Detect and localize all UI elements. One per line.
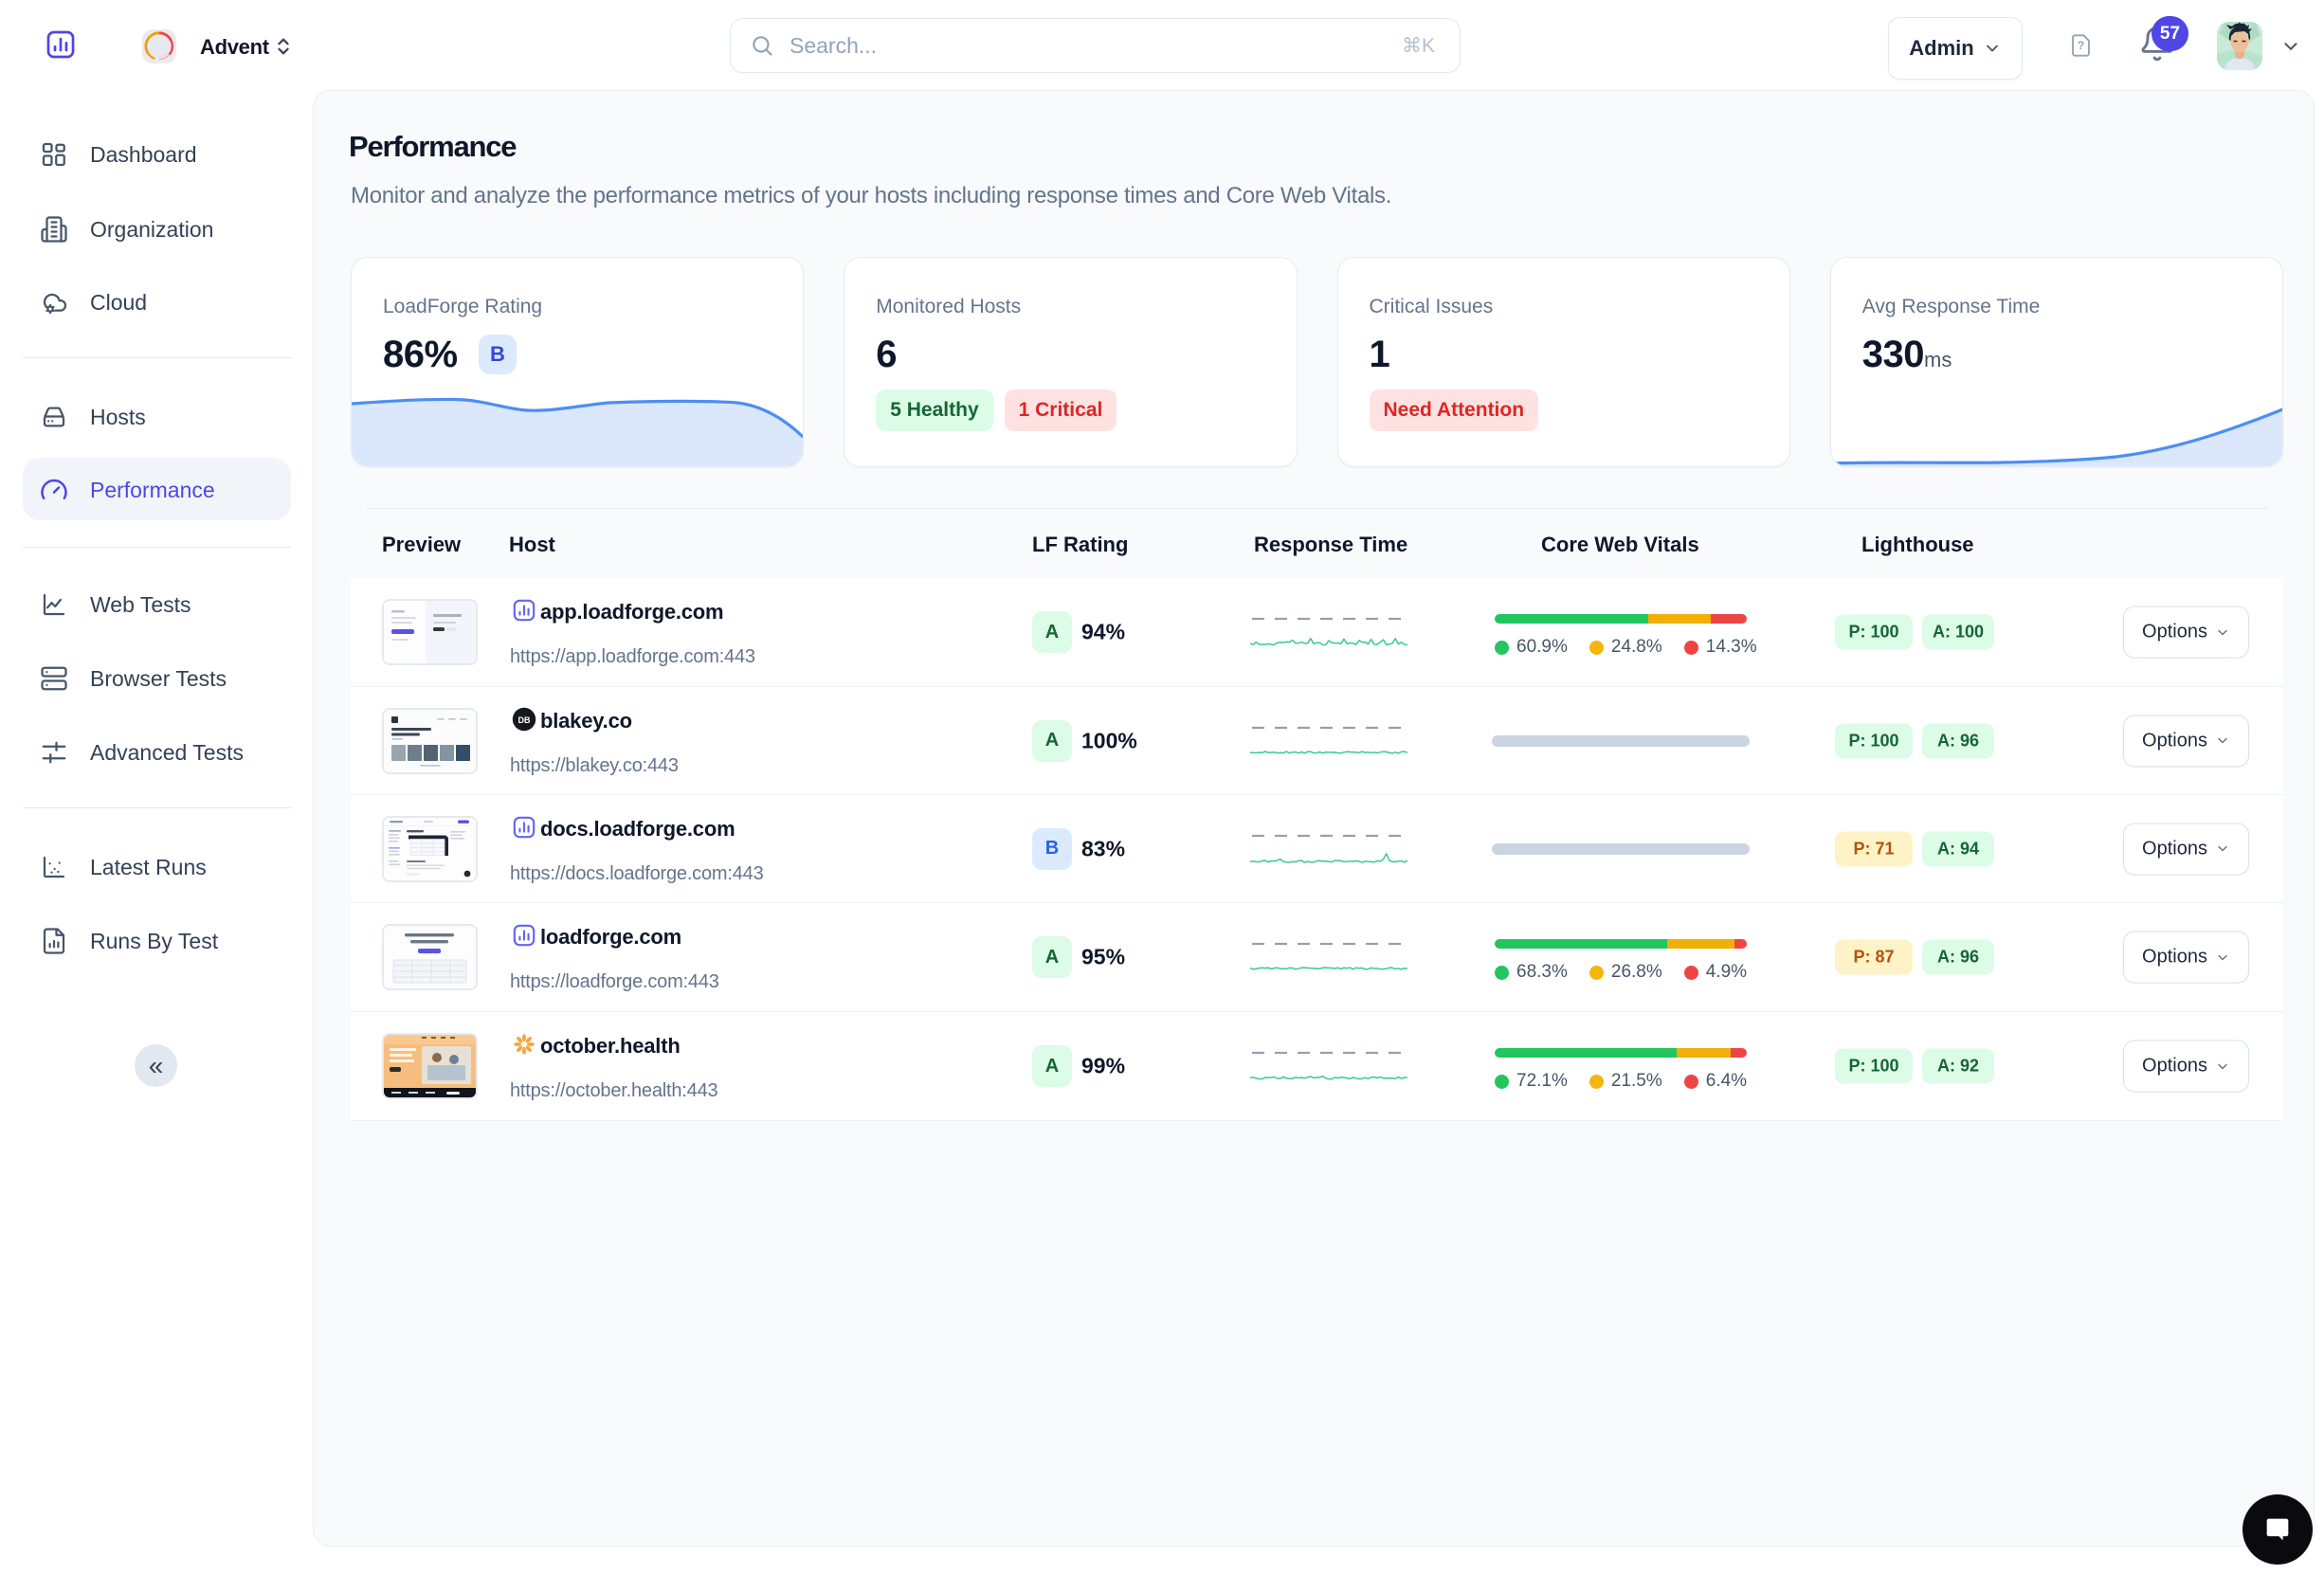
svg-text:?: ? <box>2078 39 2085 52</box>
svg-text:DB: DB <box>518 715 531 725</box>
